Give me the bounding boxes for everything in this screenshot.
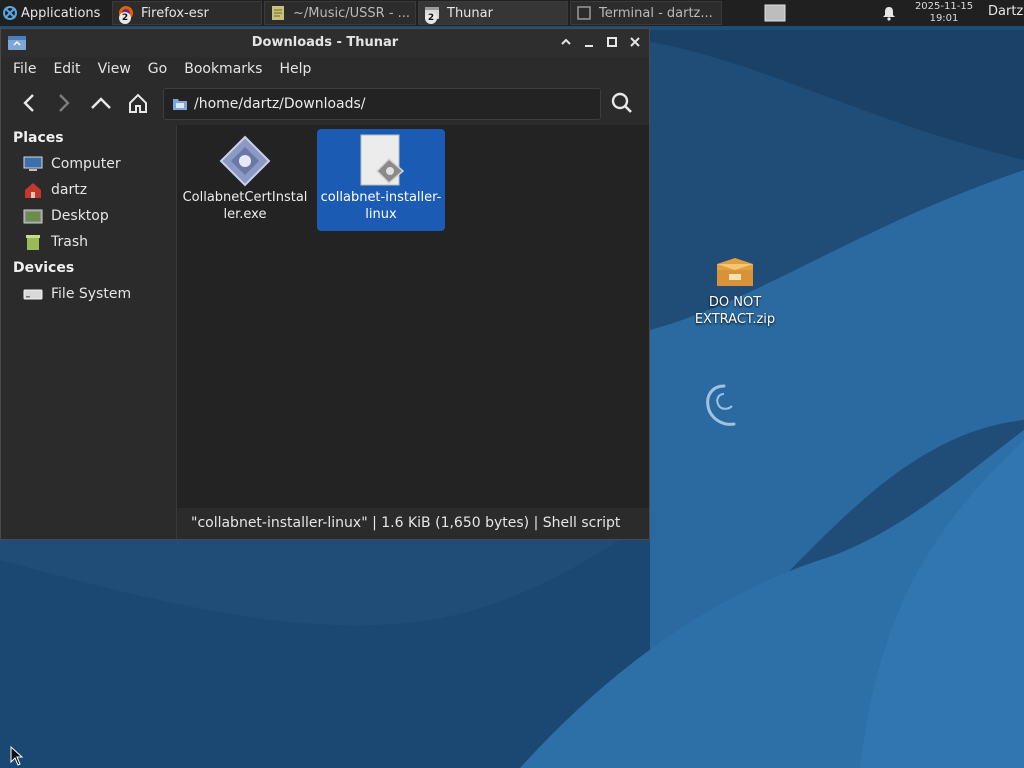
maximize-button[interactable] bbox=[604, 34, 620, 50]
clock[interactable]: 2025-11-15 19:01 bbox=[910, 1, 978, 25]
menu-file[interactable]: File bbox=[13, 61, 36, 77]
menu-view[interactable]: View bbox=[98, 61, 131, 77]
sidebar-item-trash[interactable]: Trash bbox=[1, 229, 176, 255]
file-view[interactable]: CollabnetCertInstal ler.exe collabnet-in… bbox=[176, 125, 649, 508]
devices-heading: Devices bbox=[13, 260, 75, 276]
maximize-icon bbox=[607, 37, 617, 47]
back-button[interactable] bbox=[16, 90, 42, 116]
window-title: Downloads - Thunar bbox=[251, 35, 399, 50]
chevron-left-icon bbox=[23, 94, 34, 112]
chevron-up-icon bbox=[561, 38, 571, 45]
firefox-icon: 2 bbox=[117, 4, 135, 24]
side-pane: Places Computer dartz Desktop Trash Devi… bbox=[1, 125, 176, 539]
drive-icon bbox=[23, 289, 43, 300]
location-bar[interactable]: /home/dartz/Downloads/ bbox=[163, 88, 601, 120]
file-name-line2: ler.exe bbox=[223, 207, 267, 222]
terminal-icon bbox=[575, 4, 593, 22]
task-music-folder[interactable]: ~/Music/USSR - ... bbox=[264, 1, 416, 25]
applications-label: Applications bbox=[21, 5, 101, 21]
sidebar-item-label: Trash bbox=[51, 234, 88, 250]
notifications-button[interactable] bbox=[880, 4, 898, 22]
trash-icon bbox=[26, 235, 40, 250]
menu-help[interactable]: Help bbox=[279, 61, 311, 77]
window-shade-button[interactable] bbox=[558, 34, 574, 50]
file-name-line1: collabnet-installer- bbox=[320, 190, 442, 205]
bell-icon bbox=[883, 7, 895, 21]
places-heading: Places bbox=[13, 130, 64, 146]
sidebar-item-file-system[interactable]: File System bbox=[1, 281, 176, 307]
executable-icon bbox=[219, 135, 271, 187]
sidebar-item-computer[interactable]: Computer bbox=[1, 151, 176, 177]
search-icon bbox=[611, 92, 632, 113]
home-button[interactable] bbox=[125, 90, 151, 116]
show-desktop-button[interactable] bbox=[760, 0, 790, 26]
xfce-logo-icon bbox=[3, 6, 17, 20]
minimize-button[interactable] bbox=[581, 34, 597, 50]
task-label: ~/Music/USSR - ... bbox=[293, 5, 411, 21]
file-name-line2: linux bbox=[365, 207, 397, 222]
script-file-icon bbox=[360, 134, 405, 186]
sidebar-item-desktop[interactable]: Desktop bbox=[1, 203, 176, 229]
home-folder-icon bbox=[25, 183, 41, 198]
archive-icon bbox=[717, 258, 753, 286]
top-panel: Applications 2 Firefox-esr ~/Music/USSR … bbox=[0, 0, 1024, 26]
parent-folder-button[interactable] bbox=[88, 90, 114, 116]
menu-go[interactable]: Go bbox=[148, 61, 167, 77]
sidebar-item-label: Desktop bbox=[51, 208, 109, 224]
clock-time: 19:01 bbox=[929, 13, 959, 24]
clock-date: 2025-11-15 bbox=[914, 1, 974, 12]
chevron-up-icon bbox=[91, 97, 111, 109]
forward-button[interactable] bbox=[51, 90, 77, 116]
search-button[interactable] bbox=[609, 90, 635, 116]
home-icon bbox=[129, 93, 147, 113]
window-titlebar[interactable]: Downloads - Thunar bbox=[1, 29, 649, 57]
minimize-icon bbox=[585, 45, 593, 47]
file-name-line1: CollabnetCertInstal bbox=[182, 190, 308, 205]
file-item-shell-script[interactable]: collabnet-installer- linux bbox=[317, 129, 445, 231]
workspace-icon bbox=[764, 4, 786, 22]
toolbar: /home/dartz/Downloads/ bbox=[1, 81, 649, 125]
task-label: Thunar bbox=[447, 5, 493, 21]
desktop-icon-label-line1: DO NOT bbox=[708, 295, 762, 310]
thunar-window: Downloads - Thunar File Edit View Go Boo… bbox=[0, 28, 650, 540]
sidebar-item-label: Computer bbox=[51, 156, 121, 172]
chevron-right-icon bbox=[59, 94, 70, 112]
desktop-icon-label-line2: EXTRACT.zip bbox=[694, 312, 776, 327]
task-terminal[interactable]: Terminal - dartz... bbox=[570, 1, 722, 25]
location-path: /home/dartz/Downloads/ bbox=[194, 96, 366, 112]
desktop-icon bbox=[23, 209, 43, 224]
sidebar-item-label: dartz bbox=[51, 182, 88, 198]
task-label: Firefox-esr bbox=[141, 5, 209, 21]
menu-bar: File Edit View Go Bookmarks Help bbox=[1, 57, 649, 81]
task-thunar[interactable]: 2 Thunar bbox=[418, 1, 568, 25]
close-button[interactable] bbox=[627, 34, 643, 50]
status-bar: "collabnet-installer-linux" | 1.6 KiB (1… bbox=[176, 508, 649, 539]
user-menu[interactable]: Dartz bbox=[988, 4, 1023, 19]
file-item-exe[interactable]: CollabnetCertInstal ler.exe bbox=[181, 129, 309, 231]
close-icon bbox=[630, 37, 640, 47]
task-firefox[interactable]: 2 Firefox-esr bbox=[112, 1, 262, 25]
desktop-icon-zip[interactable]: DO NOT EXTRACT.zip bbox=[690, 252, 780, 328]
file-manager-icon: 2 bbox=[423, 4, 441, 24]
text-editor-icon bbox=[269, 4, 287, 22]
menu-edit[interactable]: Edit bbox=[53, 61, 80, 77]
applications-menu-button[interactable]: Applications bbox=[0, 0, 110, 26]
sidebar-item-dartz[interactable]: dartz bbox=[1, 177, 176, 203]
task-count-badge: 2 bbox=[119, 12, 131, 24]
computer-icon bbox=[23, 156, 43, 171]
mouse-cursor-icon bbox=[10, 746, 24, 766]
task-count-badge: 2 bbox=[425, 12, 437, 24]
menu-bookmarks[interactable]: Bookmarks bbox=[184, 61, 262, 77]
task-label: Terminal - dartz... bbox=[599, 5, 713, 21]
sidebar-item-label: File System bbox=[51, 286, 132, 302]
folder-icon bbox=[173, 99, 187, 110]
